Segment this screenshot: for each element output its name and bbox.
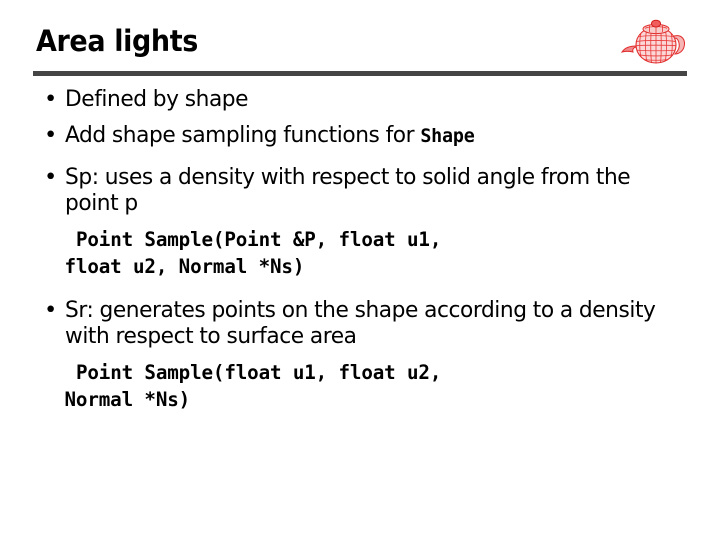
page-title: Area lights xyxy=(36,24,198,58)
slide-body: • Defined by shape • Add shape sampling … xyxy=(33,86,693,413)
bullet-marker: • xyxy=(44,86,57,112)
list-item: • Add shape sampling functions for Shape xyxy=(33,122,693,149)
list-item: • Defined by shape xyxy=(33,86,693,112)
bullet-marker: • xyxy=(44,122,57,148)
list-item: • Sr: generates points on the shape acco… xyxy=(33,297,693,349)
inline-code-shape: Shape xyxy=(420,125,475,147)
bullet-marker: • xyxy=(44,297,57,323)
title-divider xyxy=(33,71,687,76)
code-block-sample-surface-area: Point Sample(float u1, float u2, Normal … xyxy=(64,361,442,411)
list-item-label: Defined by shape xyxy=(65,86,249,112)
teapot-wireframe-icon xyxy=(620,16,692,68)
list-item-text: Add shape sampling functions for xyxy=(65,122,421,148)
list-item-label: Sp: uses a density with respect to solid… xyxy=(65,164,631,216)
bullet-marker: • xyxy=(44,164,57,190)
slide: Area lights • Defined by shape • Add sha… xyxy=(0,0,720,540)
list-item-label: Sr: generates points on the shape accord… xyxy=(65,297,656,349)
list-item: • Sp: uses a density with respect to sol… xyxy=(33,164,693,216)
code-block-sample-solid-angle: Point Sample(Point &P, float u1, float u… xyxy=(64,228,442,278)
list-item-label: Add shape sampling functions for Shape xyxy=(65,122,671,149)
